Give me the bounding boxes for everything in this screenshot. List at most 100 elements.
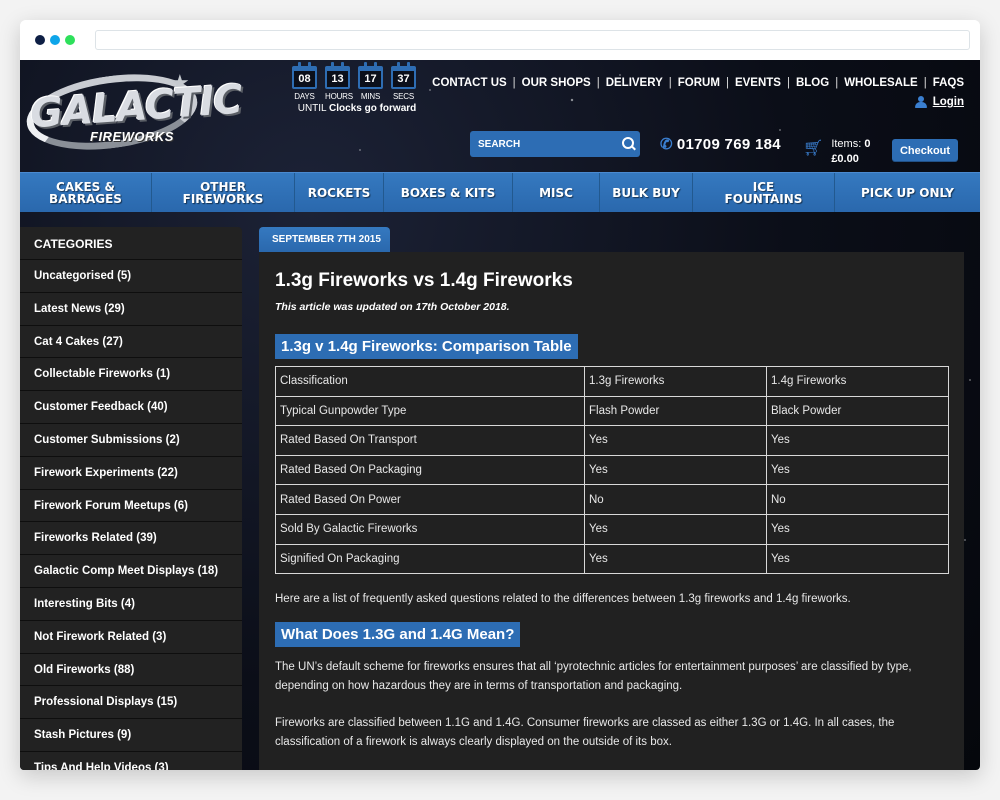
logo-sub-text: FIREWORKS xyxy=(90,129,174,144)
nav-item-bulk-buy[interactable]: BULK BUY xyxy=(600,173,693,212)
faq-intro: Here are a list of frequently asked ques… xyxy=(275,593,851,606)
sidebar-category-item[interactable]: Uncategorised (5) xyxy=(20,259,242,292)
countdown-value: 37 xyxy=(397,73,410,85)
calendar-icon: 37 xyxy=(391,62,416,89)
table-row: Rated Based On Packaging Yes Yes xyxy=(275,454,949,486)
countdown-value: 13 xyxy=(331,73,344,85)
nav-item-pick-up-only[interactable]: PICK UP ONLY xyxy=(835,173,980,212)
sidebar-category-item[interactable]: Collectable Fireworks (1) xyxy=(20,357,242,390)
nav-item-misc[interactable]: MISC xyxy=(513,173,600,212)
nav-item-boxes-kits[interactable]: BOXES & KITS xyxy=(384,173,513,212)
comparison-table: Classification 1.3g Fireworks 1.4g Firewor… xyxy=(275,366,949,575)
sidebar-category-item[interactable]: Professional Displays (15) xyxy=(20,685,242,718)
table-cell: Rated Based On Power xyxy=(275,484,585,515)
cart-icon: 🛒︎ xyxy=(803,140,824,157)
sidebar-category-item[interactable]: Tips And Help Videos (3) xyxy=(20,750,242,770)
nav-item-label: OTHER FIREWORKS xyxy=(182,179,264,206)
login-link[interactable]: Login xyxy=(914,96,964,108)
checkout-button[interactable]: Checkout xyxy=(892,139,958,162)
table-cell: No xyxy=(766,484,949,515)
until-prefix: UNTIL xyxy=(297,103,327,114)
table-cell: Rated Based On Packaging xyxy=(275,454,585,486)
search-input[interactable] xyxy=(470,138,616,150)
sidebar-category-item[interactable]: Firework Experiments (22) xyxy=(20,455,242,489)
sidebar-category-item[interactable]: Fireworks Related (39) xyxy=(20,521,242,554)
until-event: Clocks go forward xyxy=(329,103,417,114)
address-bar[interactable] xyxy=(95,30,970,50)
table-cell: Yes xyxy=(584,543,767,575)
sidebar-category-item[interactable]: Customer Submissions (2) xyxy=(20,422,242,456)
table-cell: Classification xyxy=(275,366,585,397)
sidebar-category-item[interactable]: Old Fireworks (88) xyxy=(20,652,242,686)
top-link-our-shops[interactable]: OUR SHOPS xyxy=(522,77,591,89)
main-navigation: CAKES & BARRAGES OTHER FIREWORKS ROCKETS BOXE… xyxy=(20,172,980,212)
window-close-dot[interactable] xyxy=(35,35,45,45)
nav-item-label: ICE FOUNTAINS xyxy=(724,179,803,206)
login-label[interactable]: Login xyxy=(933,96,964,108)
sidebar-category-item[interactable]: Customer Feedback (40) xyxy=(20,390,242,423)
phone-text: 01709 769 184 xyxy=(676,135,781,153)
sidebar-category-item[interactable]: Cat 4 Cakes (27) xyxy=(20,324,242,358)
table-cell: Flash Powder xyxy=(584,395,767,427)
sidebar-category-item[interactable]: Not Firework Related (3) xyxy=(20,619,242,653)
table-cell: Yes xyxy=(766,454,949,486)
article-paragraph: Fireworks are classified between 1.1G an… xyxy=(275,717,895,749)
countdown-label: MINS xyxy=(360,92,381,101)
cart-summary[interactable]: 🛒︎ Items: 0 £0.00 xyxy=(803,137,870,167)
article-body: 1.3g Fireworks vs 1.4g Fireworks This ar… xyxy=(259,252,964,770)
top-link-blog[interactable]: BLOG xyxy=(796,77,829,89)
table-cell: Yes xyxy=(766,513,949,545)
table-cell: Yes xyxy=(766,425,949,456)
link-separator: | xyxy=(512,77,516,89)
nav-item-cakes-barrages[interactable]: CAKES & BARRAGES xyxy=(20,173,152,212)
sidebar-category-item[interactable]: Galactic Comp Meet Displays (18) xyxy=(20,554,242,587)
window-minimize-dot[interactable] xyxy=(50,35,60,45)
window-maximize-dot[interactable] xyxy=(65,35,75,45)
top-link-delivery[interactable]: DELIVERY xyxy=(606,77,663,89)
top-link-wholesale[interactable]: WHOLESALE xyxy=(844,77,917,89)
nav-item-other-fireworks[interactable]: OTHER FIREWORKS xyxy=(152,173,295,212)
search-box xyxy=(470,131,640,157)
nav-item-label: ROCKETS xyxy=(307,185,371,200)
calendar-icon: 08 xyxy=(292,62,317,89)
top-link-events[interactable]: EVENTS xyxy=(735,77,781,89)
nav-item-rockets[interactable]: ROCKETS xyxy=(295,173,384,212)
site-logo[interactable]: ★ GALACTIC FIREWORKS xyxy=(21,64,243,160)
table-row: Rated Based On Transport Yes Yes xyxy=(275,425,949,456)
countdown-label: DAYS xyxy=(294,92,315,101)
table-cell: Sold By Galactic Fireworks xyxy=(275,513,585,545)
countdown-value: 17 xyxy=(364,73,377,85)
sidebar-category-item[interactable]: Interesting Bits (4) xyxy=(20,586,242,620)
table-row: Typical Gunpowder Type Flash Powder Black … xyxy=(275,395,949,427)
top-link-faqs[interactable]: FAQS xyxy=(933,77,964,89)
table-cell: Signified On Packaging xyxy=(275,543,585,575)
sidebar-category-item[interactable]: Latest News (29) xyxy=(20,291,242,325)
link-separator: | xyxy=(596,77,600,89)
calendar-icon: 17 xyxy=(358,62,383,89)
table-cell: 1.4g Fireworks xyxy=(766,366,949,397)
cart-total: £0.00 xyxy=(831,153,859,165)
nav-item-label: BULK BUY xyxy=(612,185,680,200)
web-page: ★ GALACTIC FIREWORKS 08 DAYS 13 HOURS 17 MINS… xyxy=(20,60,980,770)
table-cell: Rated Based On Transport xyxy=(275,425,585,456)
link-separator: | xyxy=(668,77,672,89)
sidebar-category-item[interactable]: Stash Pictures (9) xyxy=(20,718,242,751)
comparison-table-heading: 1.3g v 1.4g Fireworks: Comparison Table xyxy=(275,334,578,359)
nav-item-label: MISC xyxy=(539,185,573,200)
top-links: CONTACT US | OUR SHOPS | DELIVERY | FORUM | EVEN… xyxy=(432,77,964,89)
calendar-icon: 13 xyxy=(325,62,350,89)
cart-items-label: Items: xyxy=(831,138,862,150)
sidebar-category-item[interactable]: Firework Forum Meetups (6) xyxy=(20,488,242,522)
cart-info: Items: 0 £0.00 xyxy=(831,137,870,167)
countdown-value: 08 xyxy=(298,73,311,85)
top-link-forum[interactable]: FORUM xyxy=(678,77,720,89)
nav-item-ice-fountains[interactable]: ICE FOUNTAINS xyxy=(693,173,835,212)
top-link-contact-us[interactable]: CONTACT US xyxy=(432,77,507,89)
sidebar-title: CATEGORIES xyxy=(34,237,113,251)
countdown-unit-secs: 37 SECS xyxy=(391,62,416,101)
search-icon[interactable] xyxy=(616,132,640,156)
table-cell: Yes xyxy=(584,454,767,486)
phone-number[interactable]: ✆ 01709 769 184 xyxy=(660,135,781,154)
phone-icon: ✆ xyxy=(660,136,673,153)
table-cell: Yes xyxy=(584,513,767,545)
